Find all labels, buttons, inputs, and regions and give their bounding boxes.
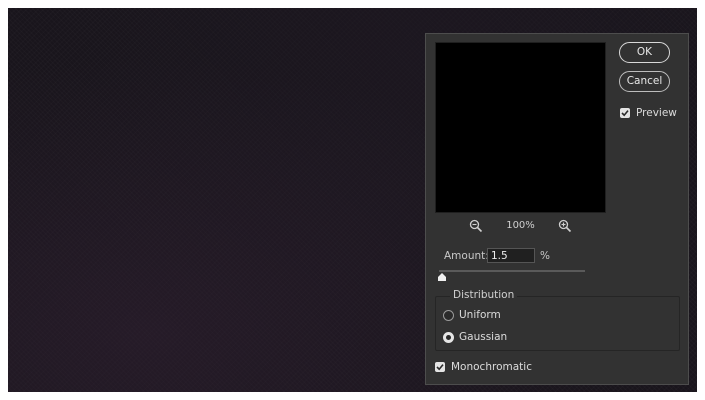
- amount-slider-thumb[interactable]: [438, 273, 446, 281]
- checkbox-checked-icon[interactable]: [435, 362, 445, 372]
- amount-label: Amount:: [444, 250, 489, 262]
- zoom-level: 100%: [506, 220, 535, 231]
- zoom-controls: 100%: [435, 219, 606, 235]
- distribution-title: Distribution: [450, 289, 518, 301]
- ok-button[interactable]: OK: [619, 42, 670, 63]
- image-canvas: 100% OK Cancel Preview Amount: %: [8, 8, 697, 392]
- monochromatic-checkbox[interactable]: Monochromatic: [435, 361, 532, 373]
- preview-label: Preview: [636, 107, 677, 119]
- amount-slider-track[interactable]: [439, 270, 585, 272]
- add-noise-dialog: 100% OK Cancel Preview Amount: %: [425, 33, 689, 385]
- checkbox-checked-icon[interactable]: [620, 108, 630, 118]
- radio-unselected-icon[interactable]: [443, 309, 454, 321]
- gaussian-label: Gaussian: [459, 331, 508, 343]
- radio-selected-icon[interactable]: [443, 331, 454, 343]
- preview-checkbox[interactable]: Preview: [620, 107, 677, 119]
- uniform-radio[interactable]: Uniform: [443, 309, 501, 321]
- amount-unit: %: [540, 250, 550, 262]
- monochromatic-label: Monochromatic: [451, 361, 532, 373]
- uniform-label: Uniform: [459, 309, 501, 321]
- cancel-button[interactable]: Cancel: [619, 71, 670, 92]
- zoom-in-icon[interactable]: [558, 219, 572, 233]
- filter-preview-area[interactable]: [435, 42, 606, 213]
- gaussian-radio[interactable]: Gaussian: [443, 331, 507, 343]
- amount-field[interactable]: [487, 248, 535, 263]
